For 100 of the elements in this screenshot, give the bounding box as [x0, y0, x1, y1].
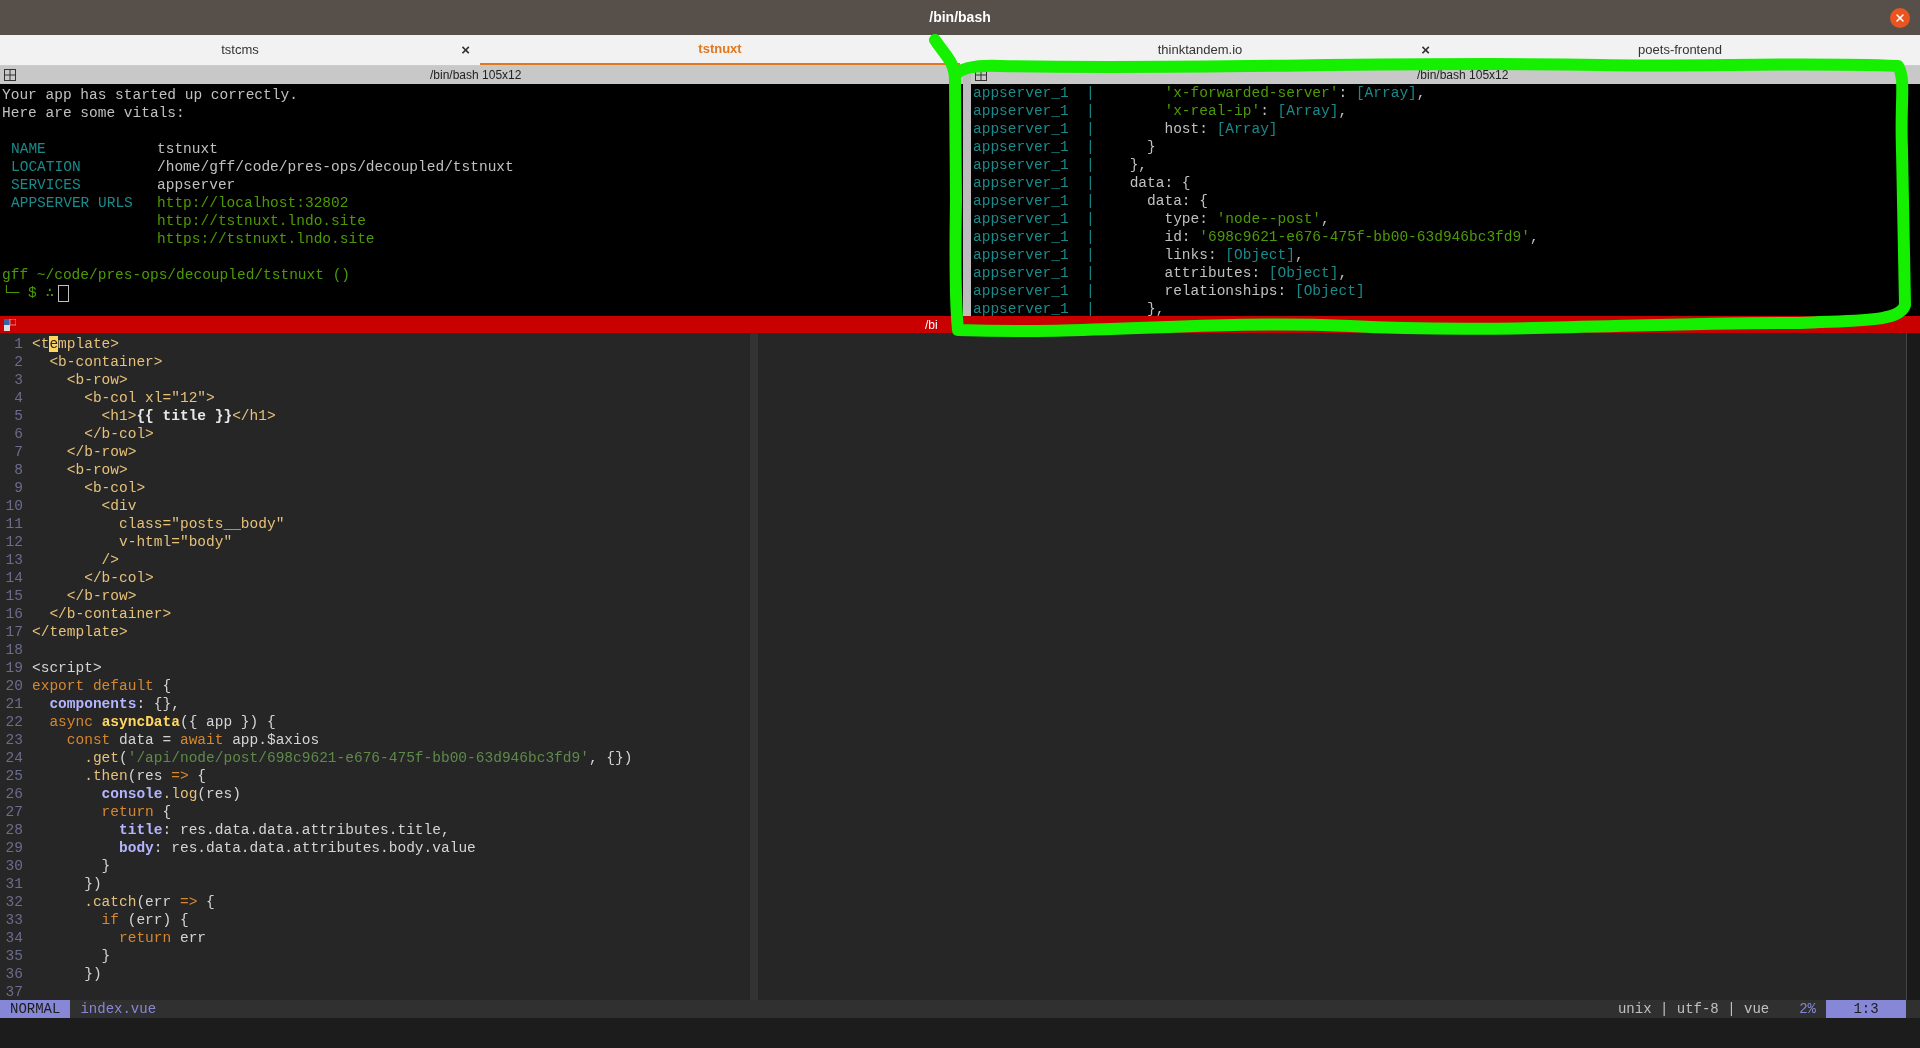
code-line: <b-container>: [48, 353, 163, 371]
vital-label: SERVICES: [11, 177, 81, 193]
code-line: export default {: [32, 677, 172, 695]
vital-value: http://tstnuxt.lndo.site: [157, 212, 366, 230]
cursor-position: 1:3: [1826, 1000, 1906, 1018]
line-number: 31: [4, 875, 24, 893]
code-line: </b-col>: [83, 425, 154, 443]
line-number: 22: [4, 713, 24, 731]
vital-value: /home/gff/code/pres-ops/decoupled/tstnuxt: [157, 158, 514, 176]
layout-icon[interactable]: [975, 69, 987, 81]
code-line: body: res.data.data.attributes.body.value: [118, 839, 476, 857]
code-line: }: [100, 947, 111, 965]
tab[interactable]: thinktandem.io ×: [960, 35, 1440, 65]
prompt-line: └─ $ ∴: [2, 284, 55, 302]
line-number: 30: [4, 857, 24, 875]
line-number: 11: [4, 515, 24, 533]
line-number: 13: [4, 551, 24, 569]
code-line: <h1>{{ title }}</h1>: [100, 407, 276, 425]
code-line: <b-row>: [65, 371, 128, 389]
line-number: 34: [4, 929, 24, 947]
pane-title: /bin/bash 105x12: [430, 67, 522, 84]
line-number: 29: [4, 839, 24, 857]
terminal-line: appserver_1 | attributes: [Object],: [973, 264, 1348, 282]
code-line: }: [100, 857, 111, 875]
terminal-cursor: [58, 284, 70, 302]
terminal-line: appserver_1 | relationships: [Object]: [973, 282, 1365, 300]
code-line: .then(res => {: [83, 767, 207, 785]
layout-icon[interactable]: [4, 69, 16, 81]
tab[interactable]: tstcms ×: [0, 35, 480, 65]
code-line: <script>: [32, 659, 102, 677]
scrollbar[interactable]: [1906, 333, 1920, 1000]
code-line: components: {},: [48, 695, 180, 713]
close-tab-button[interactable]: ×: [1421, 38, 1430, 62]
line-number: 20: [4, 677, 24, 695]
code-line: <b-col xl="12">: [83, 389, 215, 407]
vital-value: https://tstnuxt.lndo.site: [157, 230, 375, 248]
terminal-line: appserver_1 | id: '698c9621-e676-475f-bb00-63d946bc3fd9',: [973, 228, 1539, 246]
terminal-line: appserver_1 | data: {: [973, 174, 1191, 192]
line-number: 3: [13, 371, 24, 389]
line-number: 7: [13, 443, 24, 461]
line-number: 21: [4, 695, 24, 713]
code-line: v-html="body": [118, 533, 233, 551]
terminal-line: appserver_1 | 'x-real-ip': [Array],: [973, 102, 1348, 120]
vital-value: appserver: [157, 176, 236, 194]
line-number: 25: [4, 767, 24, 785]
code-line: const data = await app.$axios: [65, 731, 320, 749]
code-line: />: [100, 551, 119, 569]
code-line: return {: [100, 803, 172, 821]
close-button[interactable]: [1890, 8, 1910, 28]
line-number: 19: [4, 659, 24, 677]
code-line: </b-col>: [83, 569, 154, 587]
line-number: 2: [13, 353, 24, 371]
code-line: .get('/api/node/post/698c9621-e676-475f-bb00-63d946bc3fd9', {}): [83, 749, 633, 767]
window-title: /bin/bash: [929, 8, 991, 27]
vital-value: tstnuxt: [157, 140, 218, 158]
line-number: 36: [4, 965, 24, 983]
line-number: 16: [4, 605, 24, 623]
line-number: 35: [4, 947, 24, 965]
line-number: 12: [4, 533, 24, 551]
layout-icon[interactable]: [4, 318, 16, 331]
vital-label: APPSERVER URLS: [11, 195, 133, 211]
close-tab-button[interactable]: ×: [461, 38, 470, 62]
code-line: async asyncData({ app }) {: [48, 713, 276, 731]
terminal-line: appserver_1 | },: [973, 300, 1165, 316]
line-number: 17: [4, 623, 24, 641]
line-number: 23: [4, 731, 24, 749]
line-number: 14: [4, 569, 24, 587]
line-number: 32: [4, 893, 24, 911]
code-line: if (err) {: [100, 911, 189, 929]
code-line: }): [83, 965, 102, 983]
mode-indicator: NORMAL: [0, 1000, 71, 1018]
line-number: 6: [13, 425, 24, 443]
terminal-line: appserver_1 | },: [973, 156, 1148, 174]
line-number: 9: [13, 479, 24, 497]
vital-value: http://localhost:32802: [157, 194, 349, 212]
terminal-line: Here are some vitals:: [2, 104, 185, 122]
pane-title: /bin/bash 105x12: [1417, 67, 1509, 84]
line-number: 4: [13, 389, 24, 407]
code-line: console.log(res): [100, 785, 241, 803]
file-info: unix | utf-8 | vue: [1617, 999, 1770, 1019]
terminal-line: appserver_1 | }: [973, 138, 1156, 156]
code-line: .catch(err => {: [83, 893, 215, 911]
code-line: </b-row>: [65, 443, 137, 461]
terminal-line: appserver_1 | data: {: [973, 192, 1208, 210]
terminal-line: appserver_1 | host: [Array]: [973, 120, 1278, 138]
scroll-percent: 2%: [1799, 999, 1816, 1019]
vital-label: NAME: [11, 141, 46, 157]
tab[interactable]: poets-frontend: [1440, 35, 1920, 65]
code-line: return err: [118, 929, 207, 947]
close-icon: [1894, 12, 1906, 24]
prompt-path: gff ~/code/pres-ops/decoupled/tstnuxt (): [2, 266, 351, 284]
code-line: }): [83, 875, 102, 893]
line-number: 1: [13, 335, 24, 353]
line-number: 10: [4, 497, 24, 515]
code-line: <b-row>: [65, 461, 128, 479]
code-line: title: res.data.data.attributes.title,: [118, 821, 450, 839]
line-number: 15: [4, 587, 24, 605]
code-line: <b-col>: [83, 479, 146, 497]
line-number: 5: [13, 407, 24, 425]
code-line: class="posts__body": [118, 515, 285, 533]
